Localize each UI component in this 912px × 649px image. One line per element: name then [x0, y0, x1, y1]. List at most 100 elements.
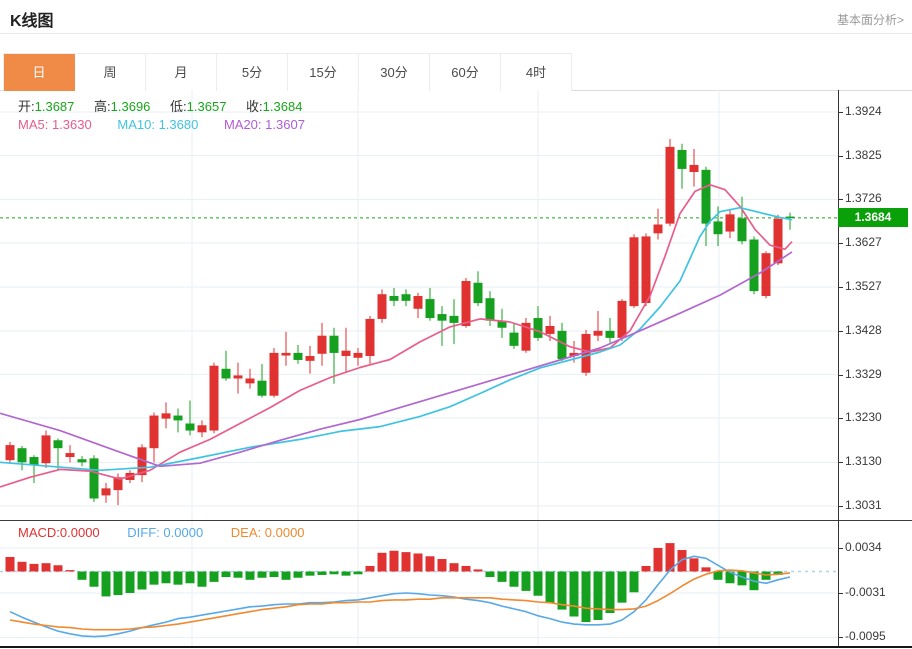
price-axis-label: 1.3726: [845, 191, 882, 205]
main-chart-canvas[interactable]: [0, 85, 838, 521]
macd-bar: [570, 572, 579, 617]
current-price-tag: 1.3684: [838, 208, 908, 227]
candle: [762, 253, 771, 296]
macd-bar: [498, 572, 507, 582]
open-value: 1.3687: [35, 99, 75, 114]
candle: [606, 331, 615, 338]
axis-tick: [838, 331, 843, 332]
axis-tick: [838, 243, 843, 244]
macd-bar: [654, 548, 663, 572]
candle: [234, 375, 243, 378]
candle: [186, 423, 195, 430]
macd-bar: [78, 572, 87, 580]
candle: [150, 416, 159, 449]
close-value: 1.3684: [263, 99, 303, 114]
high-value: 1.3696: [111, 99, 151, 114]
candle: [618, 301, 627, 338]
candle: [786, 217, 795, 219]
macd-bar: [414, 553, 423, 571]
candle: [462, 281, 471, 326]
macd-bar: [66, 570, 75, 571]
macd-bar: [378, 553, 387, 572]
macd-axis-label: -0.0095: [845, 629, 886, 643]
candle: [402, 294, 411, 301]
price-axis-label: 1.3230: [845, 410, 882, 424]
macd-bar: [306, 572, 315, 576]
macd-bar: [114, 572, 123, 596]
candle: [390, 296, 399, 301]
macd-bar: [606, 572, 615, 614]
candle: [474, 283, 483, 303]
macd-bar: [642, 566, 651, 572]
macd-bar: [18, 562, 27, 572]
ma20-line: [0, 252, 792, 466]
price-axis-label: 1.3031: [845, 498, 882, 512]
candle: [426, 299, 435, 318]
ma10-line: [0, 208, 792, 471]
price-axis-label: 1.3130: [845, 454, 882, 468]
macd-bar: [474, 569, 483, 571]
macd-axis-label: -0.0031: [845, 585, 886, 599]
candle: [702, 170, 711, 224]
ma5-legend: MA5: 1.3630: [18, 117, 92, 132]
macd-bar: [582, 572, 591, 623]
candle: [306, 356, 315, 361]
candle: [282, 353, 291, 356]
macd-bar: [162, 572, 171, 584]
candle: [678, 150, 687, 169]
candle: [546, 326, 555, 334]
axis-tick: [838, 506, 843, 507]
macd-bar: [366, 566, 375, 572]
macd-bar: [534, 572, 543, 596]
price-axis-label: 1.3924: [845, 104, 882, 118]
candle: [738, 218, 747, 241]
candle: [330, 336, 339, 353]
diff-line: [10, 556, 790, 636]
kline-page: K线图 基本面分析> 日 周 月 5分 15分 30分 60分 4时 开:1.3…: [0, 0, 912, 649]
macd-bar: [618, 572, 627, 603]
candle: [198, 425, 207, 432]
macd-bar: [126, 572, 135, 593]
axis-tick: [838, 199, 843, 200]
macd-bar: [402, 552, 411, 571]
macd-bar: [594, 572, 603, 620]
macd-bar: [450, 563, 459, 571]
bottom-border: [0, 646, 912, 648]
candle: [414, 296, 423, 309]
candle: [486, 298, 495, 321]
macd-bar: [198, 572, 207, 587]
macd-bar: [426, 556, 435, 571]
candle: [366, 319, 375, 356]
macd-bar: [510, 572, 519, 587]
macd-bar: [234, 572, 243, 578]
axis-tick: [838, 287, 843, 288]
macd-bar: [546, 572, 555, 603]
candle: [42, 435, 51, 463]
macd-bar: [174, 572, 183, 585]
candle: [630, 237, 639, 306]
macd-bar: [354, 572, 363, 575]
candle: [294, 353, 303, 360]
candle: [18, 448, 27, 462]
macd-chart-canvas[interactable]: [0, 521, 838, 648]
axis-tick: [838, 156, 843, 157]
candle: [222, 369, 231, 379]
candlestick-chart: [0, 85, 838, 521]
price-axis-label: 1.3527: [845, 279, 882, 293]
candle: [210, 366, 219, 431]
macd-bar: [714, 572, 723, 580]
macd-value-legend: MACD:0.0000: [18, 525, 100, 540]
price-axis-line: [838, 90, 839, 648]
macd-bar: [30, 564, 39, 572]
candle: [66, 453, 75, 457]
fundamental-analysis-link[interactable]: 基本面分析>: [837, 11, 904, 28]
macd-bar: [438, 559, 447, 571]
price-axis-label: 1.3329: [845, 367, 882, 381]
high-label: 高:: [94, 99, 111, 114]
candle: [102, 488, 111, 495]
candle: [318, 336, 327, 354]
macd-bar: [630, 572, 639, 593]
axis-tick: [838, 375, 843, 376]
price-axis-label: 1.3428: [845, 323, 882, 337]
macd-bar: [486, 572, 495, 578]
